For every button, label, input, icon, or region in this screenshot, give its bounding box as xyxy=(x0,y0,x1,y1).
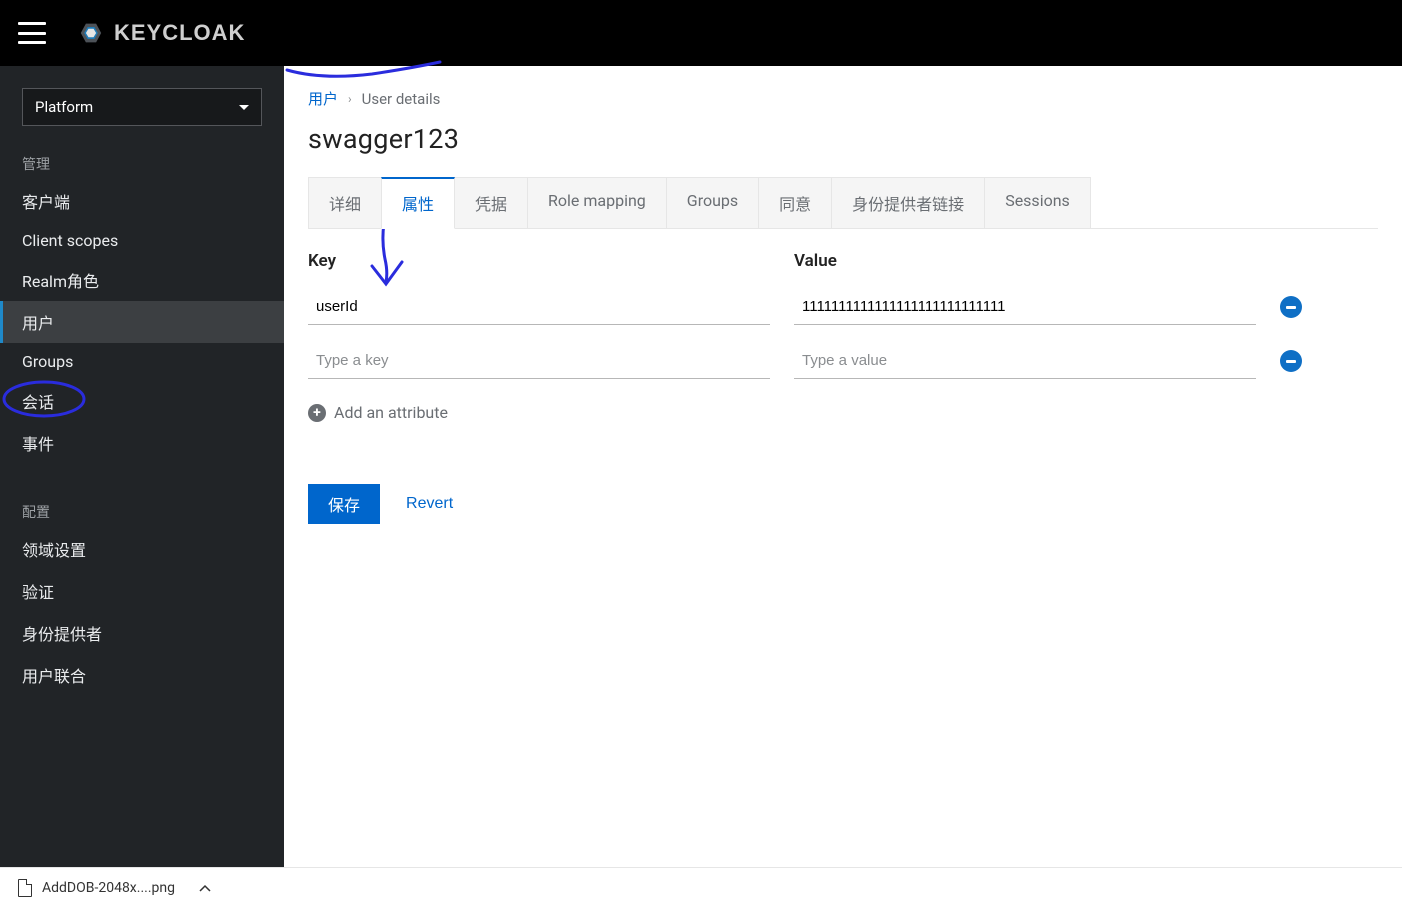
sidebar-item-groups[interactable]: Groups xyxy=(0,343,284,380)
tab-groups[interactable]: Groups xyxy=(666,177,759,228)
realm-selector[interactable]: Platform xyxy=(22,88,262,126)
revert-button[interactable]: Revert xyxy=(406,495,453,513)
form-actions: 保存 Revert xyxy=(308,484,1378,524)
sidebar: Platform 管理 客户端 Client scopes Realm角色 用户… xyxy=(0,66,284,867)
attributes-section: Key Value + Add an attribute xyxy=(308,251,1378,422)
sidebar-item-sessions[interactable]: 会话 xyxy=(0,380,284,422)
tabs: 详细 属性 凭据 Role mapping Groups 同意 身份提供者链接 … xyxy=(308,177,1378,229)
file-icon xyxy=(18,879,32,897)
sidebar-item-users[interactable]: 用户 xyxy=(0,301,284,343)
sidebar-item-user-federation[interactable]: 用户联合 xyxy=(0,654,284,696)
breadcrumb-users-link[interactable]: 用户 xyxy=(308,88,338,109)
attribute-key-input[interactable] xyxy=(308,289,770,325)
realm-selector-label: Platform xyxy=(35,98,93,116)
tab-identity-provider-links[interactable]: 身份提供者链接 xyxy=(831,177,985,228)
sidebar-item-realm-settings[interactable]: 领域设置 xyxy=(0,528,284,570)
tab-credentials[interactable]: 凭据 xyxy=(454,177,528,228)
column-value-header: Value xyxy=(794,251,1256,271)
breadcrumb-current: User details xyxy=(362,90,441,108)
download-file-chip[interactable]: AddDOB-2048x....png xyxy=(18,879,211,897)
column-key-header: Key xyxy=(308,251,770,271)
download-shelf: AddDOB-2048x....png xyxy=(0,867,1402,907)
minus-icon xyxy=(1286,360,1296,363)
add-attribute-button[interactable]: + Add an attribute xyxy=(308,403,448,422)
menu-toggle-button[interactable] xyxy=(18,22,46,44)
sidebar-item-client-scopes[interactable]: Client scopes xyxy=(0,222,284,259)
chevron-right-icon: › xyxy=(348,92,352,106)
sidebar-item-realm-roles[interactable]: Realm角色 xyxy=(0,259,284,301)
keycloak-logo-icon xyxy=(74,20,108,46)
caret-down-icon xyxy=(239,105,249,110)
sidebar-section-config: 配置 xyxy=(0,492,284,528)
attribute-key-input[interactable] xyxy=(308,343,770,379)
add-attribute-label: Add an attribute xyxy=(334,403,448,422)
sidebar-item-events[interactable]: 事件 xyxy=(0,422,284,464)
download-filename: AddDOB-2048x....png xyxy=(42,880,175,896)
plus-circle-icon: + xyxy=(308,404,326,422)
sidebar-item-identity-providers[interactable]: 身份提供者 xyxy=(0,612,284,654)
attribute-value-input[interactable] xyxy=(794,289,1256,325)
main: 用户 › User details swagger123 详细 属性 凭据 Ro… xyxy=(284,66,1402,867)
breadcrumb: 用户 › User details xyxy=(308,88,1378,109)
brand-text: KEYCLOAK xyxy=(114,20,245,46)
topbar: KEYCLOAK xyxy=(0,0,1402,66)
sidebar-item-clients[interactable]: 客户端 xyxy=(0,180,284,222)
save-button[interactable]: 保存 xyxy=(308,484,380,524)
tab-consents[interactable]: 同意 xyxy=(758,177,832,228)
remove-attribute-button[interactable] xyxy=(1280,350,1302,372)
tab-details[interactable]: 详细 xyxy=(308,177,382,228)
sidebar-item-authentication[interactable]: 验证 xyxy=(0,570,284,612)
chevron-up-icon xyxy=(199,880,211,896)
tab-sessions[interactable]: Sessions xyxy=(984,177,1091,228)
page-title: swagger123 xyxy=(308,123,1378,155)
attribute-row xyxy=(308,343,1378,379)
remove-attribute-button[interactable] xyxy=(1280,296,1302,318)
sidebar-section-manage: 管理 xyxy=(0,144,284,180)
tab-attributes[interactable]: 属性 xyxy=(381,177,455,229)
minus-icon xyxy=(1286,306,1296,309)
attribute-row xyxy=(308,289,1378,325)
tab-role-mapping[interactable]: Role mapping xyxy=(527,177,667,228)
brand: KEYCLOAK xyxy=(74,20,245,46)
attribute-value-input[interactable] xyxy=(794,343,1256,379)
